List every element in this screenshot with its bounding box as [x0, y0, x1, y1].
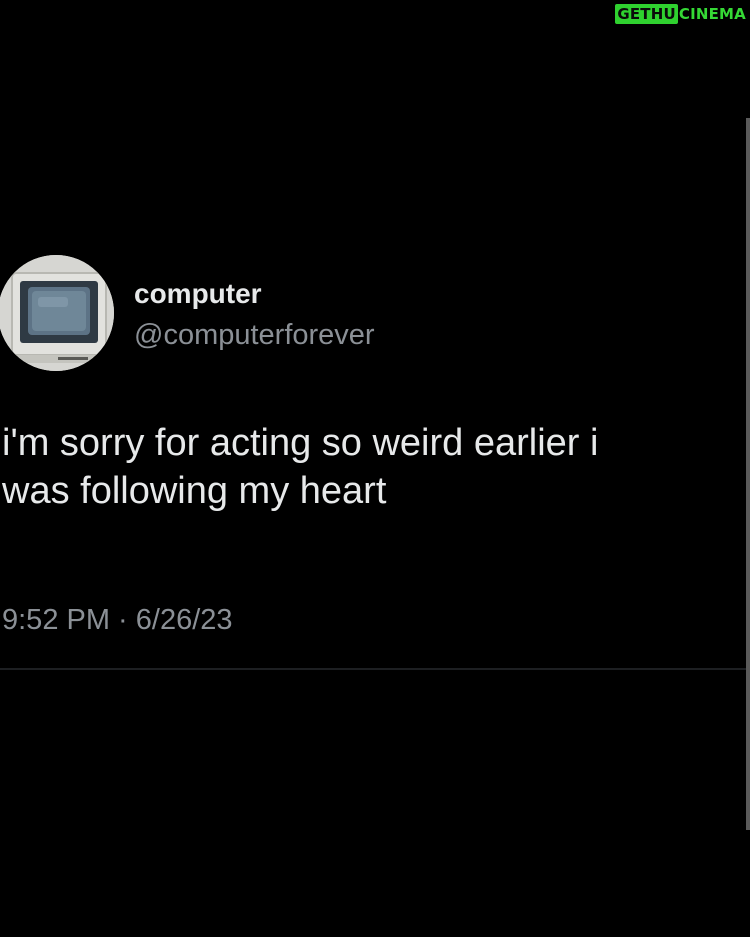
user-handle[interactable]: @computerforever: [134, 318, 375, 352]
tweet-text-line: was following my heart: [2, 470, 387, 512]
tweet-text-line: i'm sorry for acting so weird earlier i: [2, 422, 599, 464]
tweet-header: computer @computerforever: [0, 254, 600, 374]
tweet-author: computer @computerforever: [134, 278, 375, 352]
divider: [0, 668, 746, 670]
computer-monitor-icon: [0, 255, 114, 371]
avatar[interactable]: [0, 255, 114, 371]
display-name[interactable]: computer: [134, 278, 375, 310]
screenshot: { "watermark": { "boxed": "GETHU", "rest…: [0, 0, 750, 937]
watermark-text: CINEMA: [678, 5, 746, 23]
watermark-logo: GETHU CINEMA: [615, 4, 746, 24]
tweet-timestamp[interactable]: 9:52 PM · 6/26/23: [2, 603, 233, 637]
watermark-boxed-text: GETHU: [615, 4, 678, 24]
tweet-text: i'm sorry for acting so weird earlier i …: [2, 419, 750, 515]
